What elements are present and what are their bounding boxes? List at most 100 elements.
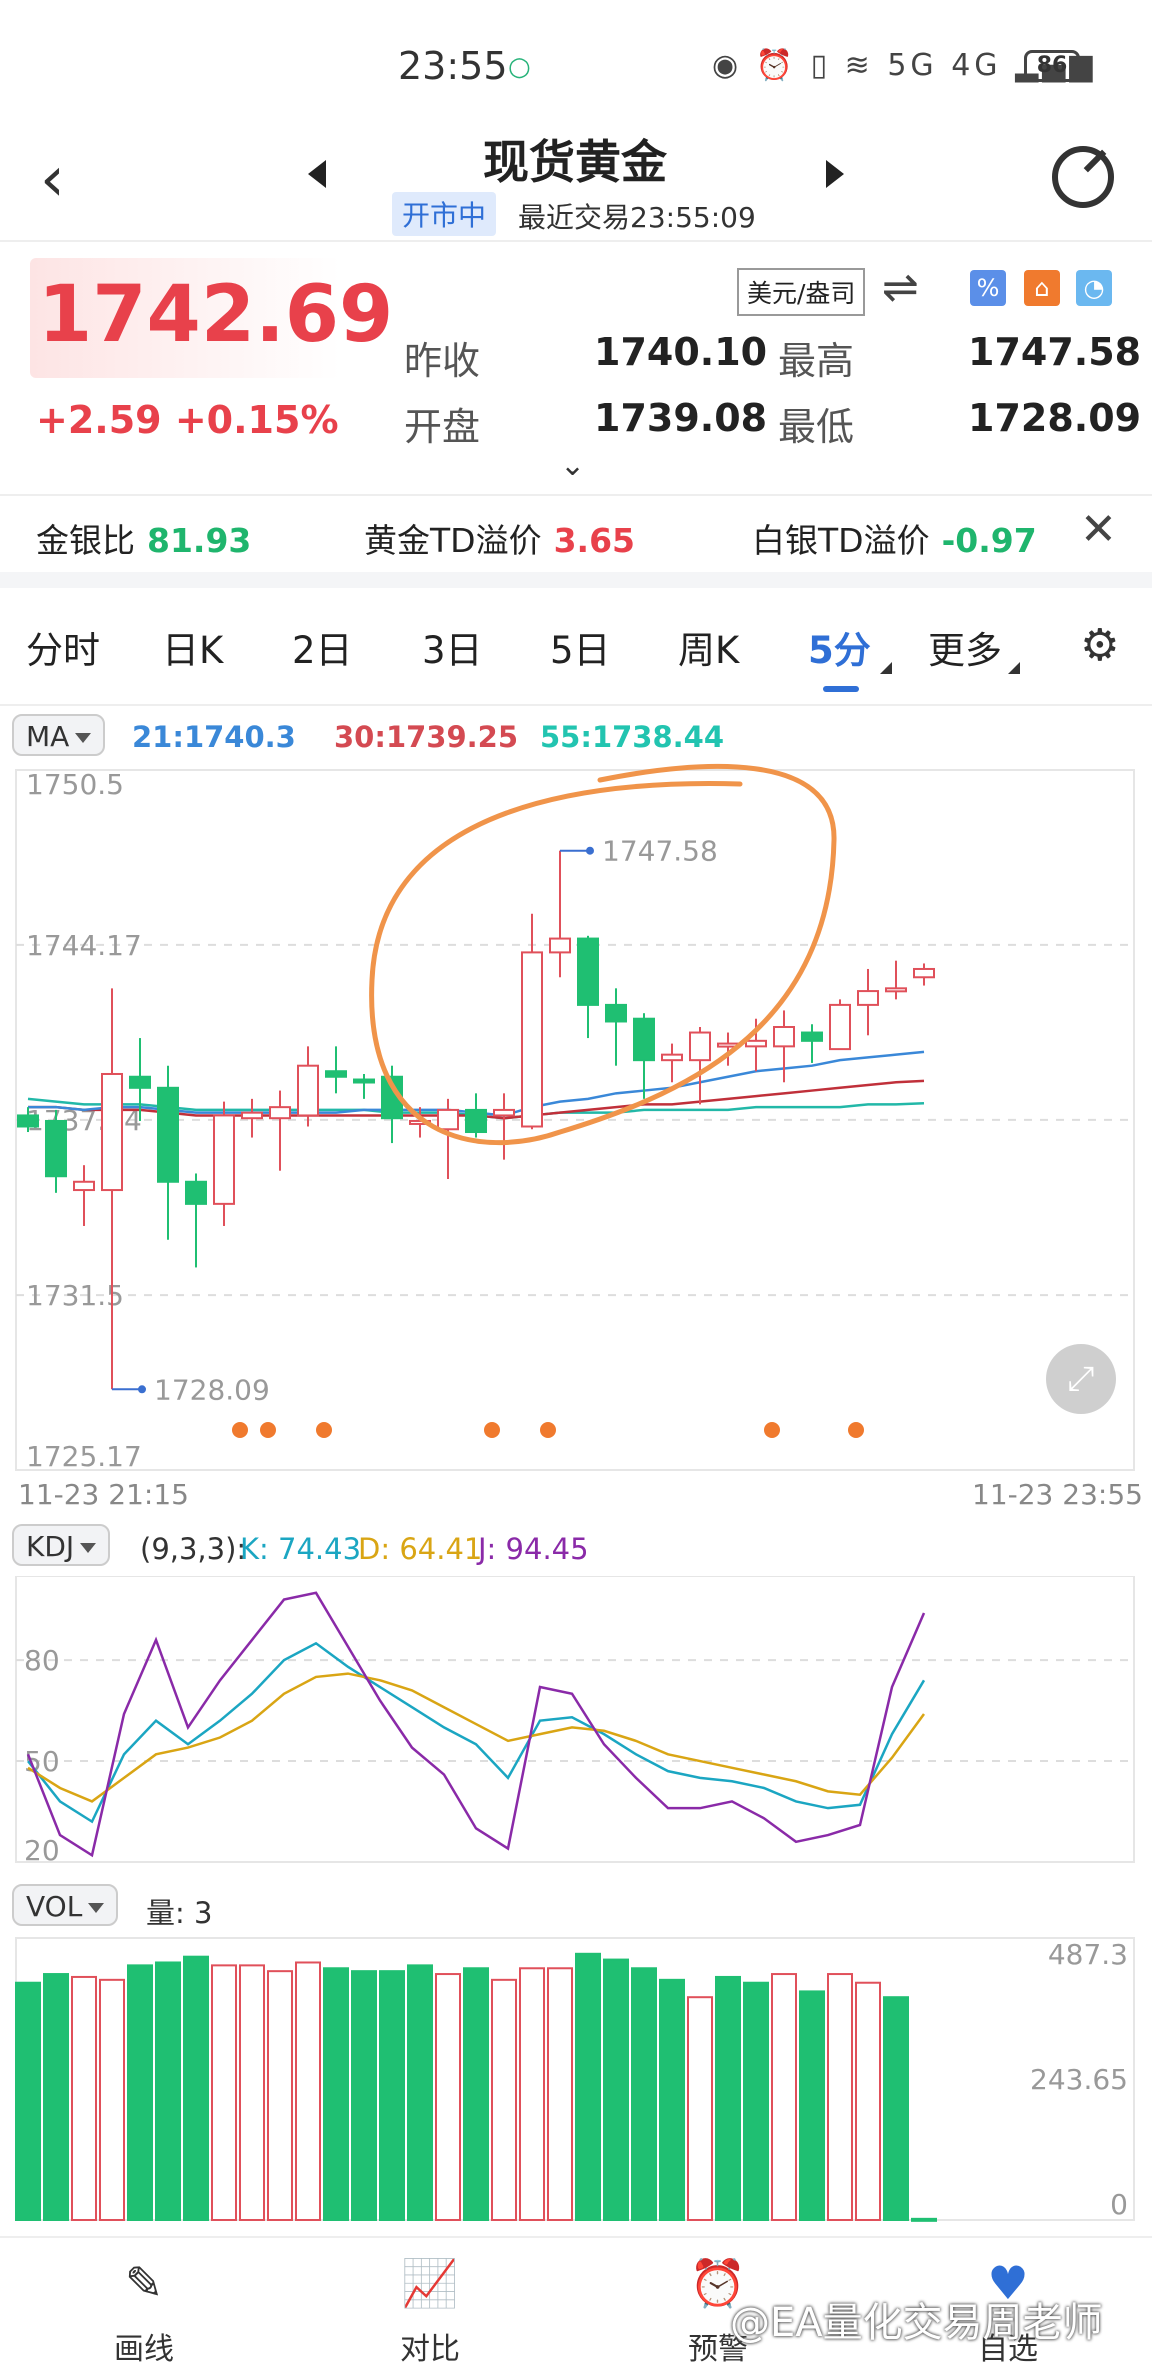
candle-body (801, 1031, 823, 1042)
status-time: 23:55 (398, 44, 508, 88)
section-separator (0, 572, 1152, 588)
volume-bar (911, 2217, 937, 2222)
settings-gear-icon[interactable]: ⚙ (1080, 620, 1119, 671)
expand-chevron-icon[interactable]: ⌄ (560, 448, 585, 483)
tab-3day[interactable]: 3日 (422, 620, 483, 674)
volume-bar (43, 1973, 69, 2221)
volume-bar (379, 1970, 405, 2221)
y-tick-label: 1744.17 (26, 929, 142, 962)
active-tab-indicator (823, 686, 859, 692)
volume-bar (239, 1964, 265, 2221)
tab-daily-k[interactable]: 日K (162, 620, 223, 674)
tab-5min[interactable]: 5分 (808, 620, 871, 674)
volume-bar (855, 1981, 881, 2221)
battery-icon: 86 (1024, 50, 1080, 82)
signal-marker (764, 1422, 780, 1438)
kdj-selector[interactable]: KDJ (12, 1524, 111, 1566)
tab-5day[interactable]: 5日 (550, 620, 611, 674)
kdj-k-legend: K: 74.43 (240, 1532, 362, 1566)
candle-body (549, 937, 571, 954)
prev-close-value: 1740.10 (594, 330, 768, 374)
period-tabs: 分时 日K 2日 3日 5日 周K 5分 更多 (0, 620, 1152, 690)
signal-marker (540, 1422, 556, 1438)
y-tick-label: 0 (1110, 2188, 1128, 2221)
low-label: 最低 (778, 405, 855, 449)
high-value: 1747.58 (968, 330, 1142, 374)
pen-icon: ✎ (124, 2256, 164, 2310)
volume-bar (547, 1967, 573, 2221)
tab-intraday[interactable]: 分时 (26, 620, 100, 674)
nav-draw[interactable]: ✎ 画线 (44, 2238, 244, 2368)
candle-body (353, 1078, 375, 1084)
ma-selector[interactable]: MA (12, 714, 106, 756)
kdj-d-line (27, 1672, 926, 1803)
candle-body (913, 967, 935, 979)
dropdown-corner-icon (1008, 662, 1020, 674)
candle-body (689, 1031, 711, 1062)
annotation-dot (138, 1385, 146, 1394)
prev-close-label: 昨收 (404, 339, 481, 383)
signal-marker (848, 1422, 864, 1438)
candle-body (157, 1086, 179, 1183)
volume-bar (659, 1978, 685, 2221)
kdj-d-legend: D: 64.41 (358, 1532, 483, 1566)
nav-compare[interactable]: 📈 对比 (330, 2238, 530, 2368)
ma30-legend: 30:1739.25 (334, 720, 519, 754)
fullscreen-expand-icon[interactable]: ⤢ (1046, 1344, 1116, 1414)
percent-icon[interactable]: % (970, 270, 1006, 306)
back-arrow-icon[interactable]: ‹ (40, 142, 65, 215)
candle-body (269, 1106, 291, 1120)
vol-selector[interactable]: VOL (12, 1884, 119, 1926)
candle-body (185, 1180, 207, 1205)
time-axis-end: 11-23 23:55 (972, 1478, 1143, 1511)
volume-bar (127, 1964, 153, 2221)
vol-amount: 量: 3 (146, 1896, 213, 1930)
candle-body (857, 990, 879, 1006)
volume-bar (687, 1996, 713, 2222)
kdj-chart: 805020 (15, 1576, 1135, 1866)
candle-body (745, 1039, 767, 1048)
signal-marker (260, 1422, 276, 1438)
volume-bar (771, 1973, 797, 2221)
tab-weekly-k[interactable]: 周K (678, 620, 739, 674)
low-value: 1728.09 (968, 396, 1142, 440)
volume-bar (631, 1967, 657, 2221)
chat-bubble-icon: ○ (508, 52, 531, 82)
candle-body (73, 1180, 95, 1192)
chevron-down-icon (75, 733, 92, 743)
candle-body (297, 1064, 319, 1117)
next-instrument-icon[interactable] (826, 160, 844, 188)
volume-bar (155, 1961, 181, 2221)
close-icon[interactable]: ✕ (1080, 504, 1117, 555)
volume-bar (799, 1990, 825, 2222)
candle-body (493, 1108, 515, 1117)
candle-body (437, 1108, 459, 1131)
volume-bar (883, 1996, 909, 2222)
volume-bar (351, 1970, 377, 2221)
compare-chart-icon: 📈 (401, 2256, 459, 2310)
volume-bar (603, 1958, 629, 2221)
gold-silver-ratio: 金银比 81.93 (36, 521, 252, 560)
tab-2day[interactable]: 2日 (292, 620, 353, 674)
lighthouse-icon[interactable]: ⌂ (1024, 270, 1060, 306)
y-tick-label: 1750.5 (26, 768, 124, 801)
candle-body (577, 937, 599, 1006)
swap-icon[interactable]: ⇌ (882, 262, 919, 313)
refresh-icon[interactable] (1052, 146, 1114, 208)
market-status-badge: 开市中 (392, 192, 497, 236)
candlestick-chart[interactable]: 1750.51744.171737.841731.51725.171747.58… (0, 760, 1152, 1480)
volume-bar (99, 1978, 125, 2221)
silver-td-premium: 白银TD溢价 -0.97 (752, 521, 1037, 560)
prev-instrument-icon[interactable] (308, 160, 326, 188)
gold-td-premium: 黄金TD溢价 3.65 (364, 521, 635, 560)
annotation-label: 1747.58 (602, 835, 718, 868)
pie-chart-icon[interactable]: ◔ (1076, 270, 1112, 306)
unit-toggle-button[interactable]: 美元/盎司 (737, 268, 866, 316)
candle-body (129, 1075, 151, 1089)
nav-draw-label: 画线 (114, 2332, 174, 2367)
tab-more[interactable]: 更多 (928, 620, 1002, 674)
candle-body (213, 1114, 235, 1205)
volume-bar (71, 1975, 97, 2221)
divider (0, 704, 1152, 706)
ma21-legend: 21:1740.3 (132, 720, 296, 754)
